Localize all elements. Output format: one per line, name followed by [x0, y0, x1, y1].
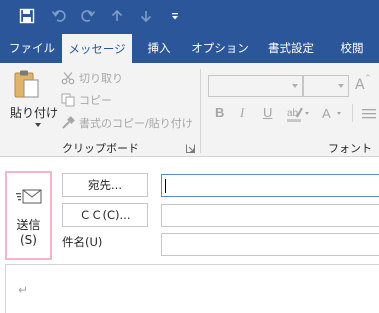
grow-font-button[interactable]: A: [355, 77, 365, 93]
font-size-combo[interactable]: [303, 75, 349, 97]
cc-button[interactable]: ＣＣ(C)...: [62, 203, 148, 227]
subject-label: 件名(U): [62, 235, 103, 249]
cut-button[interactable]: 切り取り: [60, 69, 123, 87]
tab-insert[interactable]: 挿入: [137, 33, 181, 63]
underline-button[interactable]: U: [263, 105, 272, 120]
format-painter-icon: [60, 115, 76, 131]
svg-text:ab: ab: [287, 108, 299, 119]
clipboard-dialog-launcher-icon[interactable]: [186, 143, 195, 156]
to-field[interactable]: [161, 174, 379, 197]
chevron-down-icon: [35, 123, 41, 127]
arrow-up-icon[interactable]: [106, 5, 128, 27]
save-icon[interactable]: [16, 5, 38, 27]
paste-label: 貼り付け: [10, 106, 59, 120]
ribbon-tabs: ファイル メッセージ 挿入 オプション 書式設定 校閲: [0, 33, 379, 63]
clipboard-paste-icon: [13, 69, 41, 102]
send-shortcut-label: (S): [20, 233, 37, 247]
chevron-down-icon: [338, 84, 344, 88]
copy-button[interactable]: コピー: [60, 91, 112, 109]
send-mail-icon: [15, 187, 43, 210]
tab-options[interactable]: オプション: [186, 33, 254, 63]
italic-button[interactable]: I: [240, 105, 244, 121]
group-separator: [200, 69, 201, 153]
cc-field[interactable]: [161, 204, 379, 227]
to-button[interactable]: 宛先...: [62, 173, 148, 197]
send-button[interactable]: 送信 (S): [5, 171, 52, 260]
redo-icon[interactable]: [77, 5, 99, 27]
undo-icon[interactable]: [48, 5, 70, 27]
svg-text:A: A: [322, 106, 331, 121]
subject-field[interactable]: [161, 233, 379, 256]
highlight-button[interactable]: ab: [286, 105, 310, 126]
customize-toolbar-icon[interactable]: [164, 5, 186, 27]
clipboard-group-label: クリップボード: [62, 142, 139, 155]
format-painter-button[interactable]: 書式のコピー/貼り付け: [60, 114, 193, 132]
send-label: 送信: [16, 218, 41, 232]
copy-label: コピー: [79, 94, 112, 107]
font-name-combo[interactable]: [208, 75, 303, 97]
format-painter-label: 書式のコピー/貼り付け: [79, 117, 193, 130]
tab-message[interactable]: メッセージ: [62, 34, 132, 63]
bold-button[interactable]: B: [215, 105, 224, 120]
paragraph-return-mark: ↵: [18, 283, 29, 297]
scissors-icon: [60, 70, 76, 86]
grow-font-caret-icon: ^: [365, 74, 371, 82]
bullets-icon[interactable]: [362, 108, 376, 123]
tab-review[interactable]: 校閲: [330, 33, 374, 63]
copy-icon: [60, 92, 76, 108]
toolbar-divider: [352, 104, 353, 122]
text-caret: [165, 179, 166, 193]
font-group-label: フォント: [328, 142, 372, 155]
quick-access-toolbar: [0, 0, 379, 33]
paste-button[interactable]: 貼り付け: [4, 67, 58, 133]
tab-file[interactable]: ファイル: [4, 33, 60, 63]
cut-label: 切り取り: [79, 72, 123, 85]
font-color-button[interactable]: A: [320, 105, 346, 126]
message-body[interactable]: [5, 264, 379, 313]
chevron-down-icon: [292, 84, 298, 88]
arrow-down-icon[interactable]: [135, 5, 157, 27]
tab-format-text[interactable]: 書式設定: [258, 33, 324, 63]
